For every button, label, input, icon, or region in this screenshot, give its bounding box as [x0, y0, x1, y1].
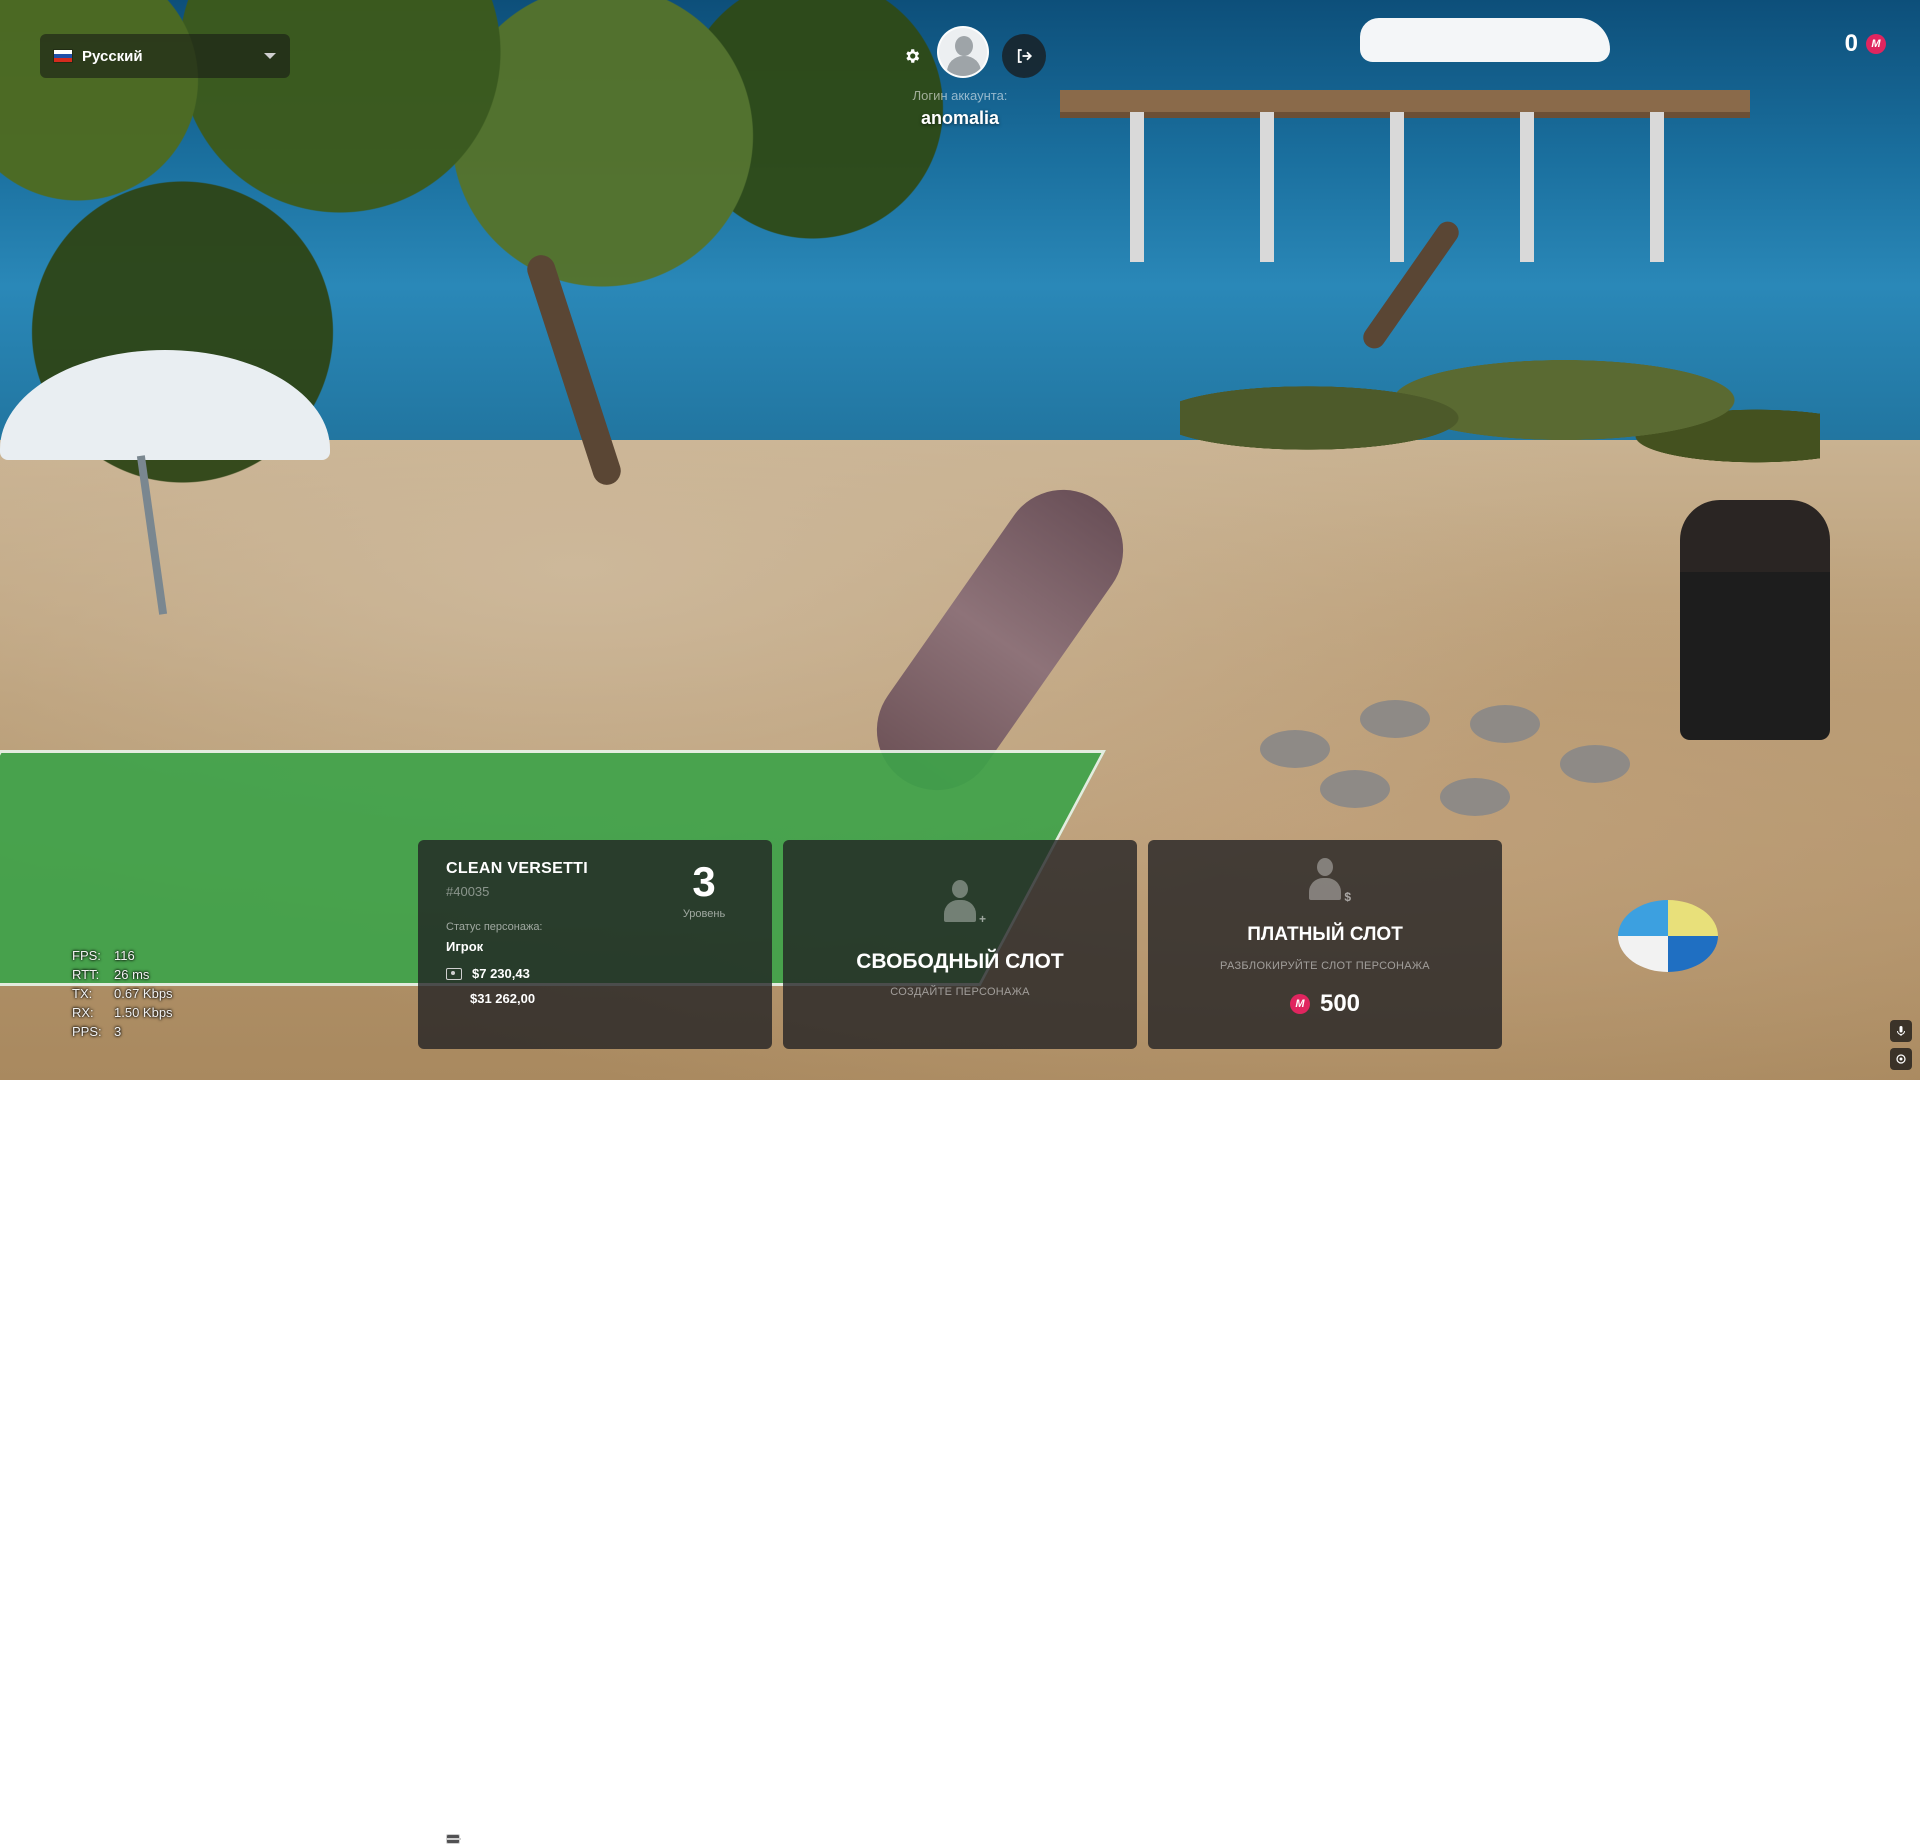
donate-balance: 0 M [1845, 30, 1886, 58]
russia-flag-icon [54, 50, 72, 62]
language-label: Русский [82, 47, 143, 65]
pier-leg [1520, 112, 1534, 262]
free-slot-subtitle: СОЗДАЙТЕ ПЕРСОНАЖА [890, 986, 1030, 998]
pier-leg [1260, 112, 1274, 262]
free-slot-title: СВОБОДНЫЙ СЛОТ [856, 950, 1064, 973]
account-login: anomalia [920, 108, 1000, 128]
silhouette-body [944, 900, 976, 922]
stat-value: 116 [114, 948, 135, 963]
silhouette-body [1309, 878, 1341, 900]
fire-pit-stone [1440, 778, 1510, 816]
bank-value: $31 262,00 [470, 991, 536, 1006]
status-value: Игрок [446, 939, 484, 954]
microphone-button[interactable] [1890, 1020, 1912, 1042]
balance-value: 0 [1844, 30, 1858, 57]
status-label: Статус персонажа: [446, 921, 543, 933]
pier-leg [1130, 112, 1144, 262]
level-label: Уровень [682, 908, 726, 920]
stat-rx: RX: 1.50 Kbps [72, 1003, 173, 1022]
paid-user-icon: $ [1307, 858, 1351, 904]
chevron-down-icon [264, 53, 276, 59]
paid-slot-price: M 500 [1148, 990, 1502, 1018]
pier-leg [1650, 112, 1664, 262]
language-selector[interactable]: Русский [40, 34, 290, 78]
paid-slot-card[interactable]: $ ПЛАТНЫЙ СЛОТ РАЗБЛОКИРУЙТЕ СЛОТ ПЕРСОН… [1148, 840, 1502, 1049]
microphone-icon [1897, 1026, 1905, 1036]
character-card[interactable]: CLEAN VERSETTI #40035 3 Уровень Статус п… [418, 840, 772, 1844]
fire-pit-stone [1260, 730, 1330, 768]
settings-button[interactable] [892, 36, 932, 76]
stat-key: RX: [72, 1005, 94, 1020]
helicopter [1360, 18, 1610, 62]
flag-stripe-red [54, 58, 72, 62]
stat-key: RTT: [72, 967, 100, 982]
coin-icon: M [1289, 994, 1310, 1014]
seated-character [1680, 500, 1830, 740]
stat-fps: FPS: 116 [72, 946, 173, 965]
bank-card-icon [446, 1833, 461, 1844]
avatar[interactable] [937, 26, 989, 78]
target-button[interactable] [1890, 1048, 1912, 1070]
bank-row: $31 262,00 [446, 991, 744, 1844]
stat-key: TX: [72, 986, 93, 1001]
silhouette-head [1317, 858, 1333, 876]
login-caption: Логин аккаунта: [912, 88, 1008, 103]
stat-rtt: RTT: 26 ms [72, 965, 173, 984]
stat-value: 3 [114, 1024, 122, 1039]
fire-pit-stone [1360, 700, 1430, 738]
free-slot-card[interactable]: + СВОБОДНЫЙ СЛОТ СОЗДАЙТЕ ПЕРСОНАЖА [783, 840, 1137, 1049]
stat-value: 0.67 Kbps [114, 986, 173, 1001]
target-icon [1896, 1054, 1906, 1064]
fire-pit-stone [1320, 770, 1390, 808]
gear-icon [906, 49, 920, 63]
character-level: 3 Уровень [664, 858, 744, 920]
cash-value: $7 230,43 [472, 966, 530, 981]
stat-tx: TX: 0.67 Kbps [72, 984, 173, 1003]
price-value: 500 [1319, 990, 1361, 1017]
stat-pps: PPS: 3 [72, 1022, 173, 1041]
plus-icon: + [978, 912, 986, 926]
logout-button[interactable] [1002, 34, 1046, 78]
add-user-icon: + [942, 880, 986, 926]
coin-icon: M [1866, 34, 1886, 54]
logout-icon [1017, 49, 1033, 63]
pier-leg [1390, 112, 1404, 262]
stat-key: FPS: [72, 948, 101, 963]
bushes [1180, 310, 1820, 490]
volleyball [1618, 900, 1718, 972]
stat-key: PPS: [72, 1024, 102, 1039]
cash-row: $7 230,43 [446, 966, 744, 981]
dollar-icon: $ [1344, 890, 1351, 904]
cash-icon [446, 967, 462, 980]
silhouette-head [952, 880, 968, 898]
paid-slot-subtitle: РАЗБЛОКИРУЙТЕ СЛОТ ПЕРСОНАЖА [1220, 960, 1430, 972]
user-silhouette-icon [955, 36, 973, 56]
fire-pit-stone [1470, 705, 1540, 743]
fire-pit-stone [1560, 745, 1630, 783]
user-silhouette-body [947, 56, 981, 76]
paid-slot-title: ПЛАТНЫЙ СЛОТ [1247, 924, 1403, 945]
network-stats: FPS: 116 RTT: 26 ms TX: 0.67 Kbps RX: 1.50 K… [72, 946, 173, 1041]
account-bar [880, 26, 1046, 86]
pier [1060, 90, 1750, 118]
level-value: 3 [692, 858, 716, 905]
stat-value: 26 ms [114, 967, 150, 982]
stat-value: 1.50 Kbps [114, 1005, 173, 1020]
